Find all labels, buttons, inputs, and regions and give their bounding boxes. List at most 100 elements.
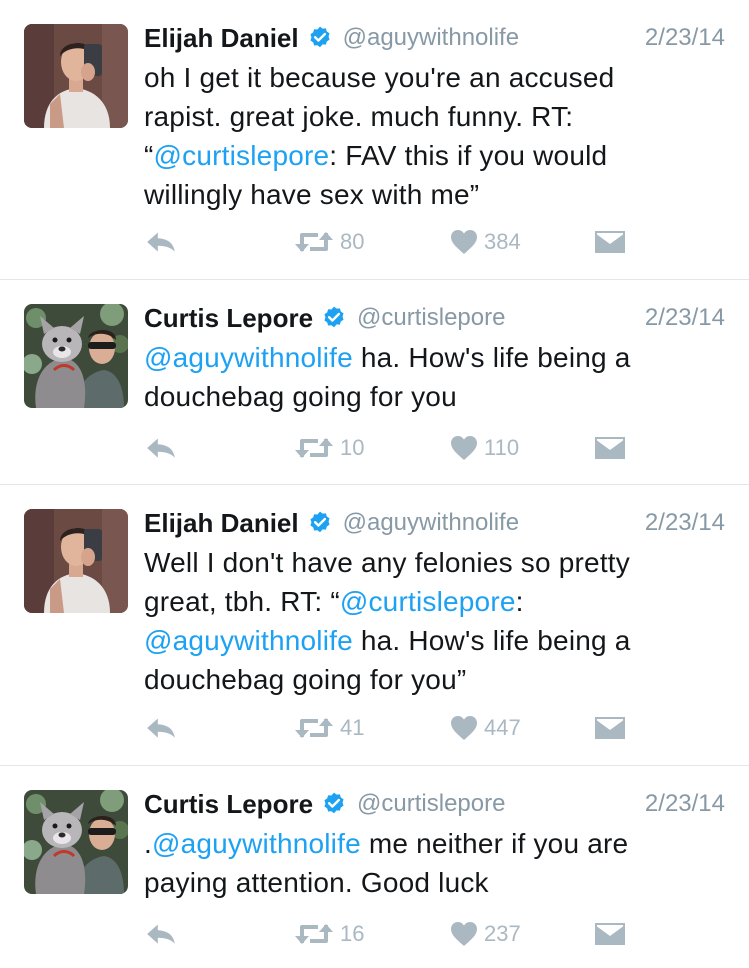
selfie-avatar[interactable] bbox=[24, 509, 128, 613]
verified-badge-icon bbox=[321, 791, 347, 817]
reply-icon bbox=[144, 921, 178, 947]
user-handle[interactable]: @aguywithnolife bbox=[343, 509, 519, 537]
like-count: 384 bbox=[484, 229, 521, 254]
tweet-text-line: rapist. great joke. much funny. RT: bbox=[144, 101, 574, 132]
selfie-avatar[interactable] bbox=[24, 24, 128, 128]
like-button[interactable]: 110 bbox=[450, 430, 519, 466]
display-name[interactable]: Elijah Daniel bbox=[144, 508, 299, 539]
retweet-icon bbox=[294, 436, 334, 460]
tweet-text-line: @aguywithnolife ha. How's life being a bbox=[144, 338, 725, 377]
like-count: 447 bbox=[484, 715, 521, 740]
verified-badge-icon bbox=[321, 305, 347, 331]
mention-link[interactable]: @curtislepore bbox=[340, 586, 516, 617]
reply-icon bbox=[144, 715, 178, 741]
direct-message-icon bbox=[594, 921, 626, 947]
reply-icon bbox=[144, 229, 178, 255]
heart-icon bbox=[450, 921, 478, 947]
retweet-count: 16 bbox=[340, 921, 365, 946]
tweet-text-fragment: great, tbh. RT: “ bbox=[144, 586, 340, 617]
display-name[interactable]: Elijah Daniel bbox=[144, 23, 299, 54]
retweet-count: 80 bbox=[340, 229, 365, 254]
tweet-text-line: paying attention. Good luck bbox=[144, 867, 489, 898]
display-name[interactable]: Curtis Lepore bbox=[144, 789, 313, 820]
direct-message-icon bbox=[594, 435, 626, 461]
tweet-header: Elijah Daniel @aguywithnolife 2/23/14 bbox=[144, 503, 725, 543]
tweet-text: @aguywithnolife ha. How's life being a d… bbox=[144, 338, 725, 416]
tweet-text: oh I get it because you're an accused ra… bbox=[144, 58, 725, 214]
tweet-date[interactable]: 2/23/14 bbox=[645, 509, 725, 537]
reply-button[interactable] bbox=[144, 430, 178, 466]
direct-message-button[interactable] bbox=[594, 224, 626, 260]
heart-icon bbox=[450, 229, 478, 255]
tweet-text-fragment: me neither if you are bbox=[360, 828, 629, 859]
tweet-text-fragment: ha. How's life being a bbox=[352, 342, 631, 373]
display-name[interactable]: Curtis Lepore bbox=[144, 303, 313, 334]
direct-message-button[interactable] bbox=[594, 710, 626, 746]
direct-message-button[interactable] bbox=[594, 916, 626, 952]
heart-icon bbox=[450, 435, 478, 461]
tweet-text: .@aguywithnolife me neither if you are p… bbox=[144, 824, 725, 902]
tweet[interactable]: Elijah Daniel @aguywithnolife 2/23/14 oh… bbox=[0, 0, 749, 280]
tweet-actions: 16 237 bbox=[144, 916, 725, 952]
tweet-header: Elijah Daniel @aguywithnolife 2/23/14 bbox=[144, 18, 725, 58]
tweet-text-fragment: ha. How's life being a bbox=[352, 625, 631, 656]
heart-icon bbox=[450, 715, 478, 741]
tweet[interactable]: Curtis Lepore @curtislepore 2/23/14 .@ag… bbox=[0, 766, 749, 968]
direct-message-icon bbox=[594, 715, 626, 741]
reply-button[interactable] bbox=[144, 224, 178, 260]
dog-avatar[interactable] bbox=[24, 304, 128, 408]
mention-link[interactable]: @curtislepore bbox=[154, 140, 330, 171]
tweet-text-line: douchebag going for you” bbox=[144, 664, 467, 695]
mention-link[interactable]: @aguywithnolife bbox=[144, 342, 353, 373]
retweet-icon bbox=[294, 230, 334, 254]
tweet-text-line: willingly have sex with me” bbox=[144, 179, 480, 210]
user-handle[interactable]: @curtislepore bbox=[357, 790, 505, 818]
tweet-text-line: oh I get it because you're an accused bbox=[144, 62, 615, 93]
reply-button[interactable] bbox=[144, 710, 178, 746]
tweet-date[interactable]: 2/23/14 bbox=[645, 304, 725, 332]
tweet-text-fragment: : bbox=[515, 586, 524, 617]
tweet[interactable]: Elijah Daniel @aguywithnolife 2/23/14 We… bbox=[0, 485, 749, 766]
mention-link[interactable]: @aguywithnolife bbox=[144, 625, 353, 656]
user-handle[interactable]: @curtislepore bbox=[357, 304, 505, 332]
direct-message-icon bbox=[594, 229, 626, 255]
tweet-text-line: douchebag going for you bbox=[144, 381, 457, 412]
like-count: 110 bbox=[484, 435, 520, 460]
retweet-button[interactable]: 41 bbox=[294, 710, 364, 746]
tweet-text-line: “@curtislepore: FAV this if you would bbox=[144, 136, 725, 175]
verified-badge-icon bbox=[307, 25, 333, 51]
tweet-actions: 10 110 bbox=[144, 430, 725, 466]
retweet-icon bbox=[294, 922, 334, 946]
like-button[interactable]: 237 bbox=[450, 916, 521, 952]
verified-badge-icon bbox=[307, 510, 333, 536]
tweet-text: Well I don't have any felonies so pretty… bbox=[144, 543, 725, 699]
tweet-text-line: Well I don't have any felonies so pretty bbox=[144, 547, 630, 578]
retweet-button[interactable]: 80 bbox=[294, 224, 364, 260]
quote-mark: “ bbox=[144, 140, 154, 171]
dog-avatar[interactable] bbox=[24, 790, 128, 894]
tweet-date[interactable]: 2/23/14 bbox=[645, 790, 725, 818]
like-count: 237 bbox=[484, 921, 521, 946]
tweet-text-line: @aguywithnolife ha. How's life being a bbox=[144, 621, 725, 660]
tweet-text-fragment: : FAV this if you would bbox=[329, 140, 608, 171]
tweet-date[interactable]: 2/23/14 bbox=[645, 24, 725, 52]
tweet-header: Curtis Lepore @curtislepore 2/23/14 bbox=[144, 784, 725, 824]
tweet[interactable]: Curtis Lepore @curtislepore 2/23/14 @agu… bbox=[0, 280, 749, 485]
tweet-actions: 41 447 bbox=[144, 710, 725, 746]
like-button[interactable]: 384 bbox=[450, 224, 521, 260]
retweet-count: 41 bbox=[340, 715, 365, 740]
retweet-count: 10 bbox=[340, 435, 365, 460]
reply-button[interactable] bbox=[144, 916, 178, 952]
retweet-button[interactable]: 10 bbox=[294, 430, 364, 466]
like-button[interactable]: 447 bbox=[450, 710, 521, 746]
retweet-icon bbox=[294, 716, 334, 740]
tweet-actions: 80 384 bbox=[144, 224, 725, 260]
retweet-button[interactable]: 16 bbox=[294, 916, 364, 952]
tweet-text-line: great, tbh. RT: “@curtislepore: bbox=[144, 582, 725, 621]
mention-link[interactable]: @aguywithnolife bbox=[152, 828, 361, 859]
tweet-text-fragment: . bbox=[144, 828, 152, 859]
user-handle[interactable]: @aguywithnolife bbox=[343, 24, 519, 52]
tweet-text-line: .@aguywithnolife me neither if you are bbox=[144, 824, 725, 863]
direct-message-button[interactable] bbox=[594, 430, 626, 466]
reply-icon bbox=[144, 435, 178, 461]
